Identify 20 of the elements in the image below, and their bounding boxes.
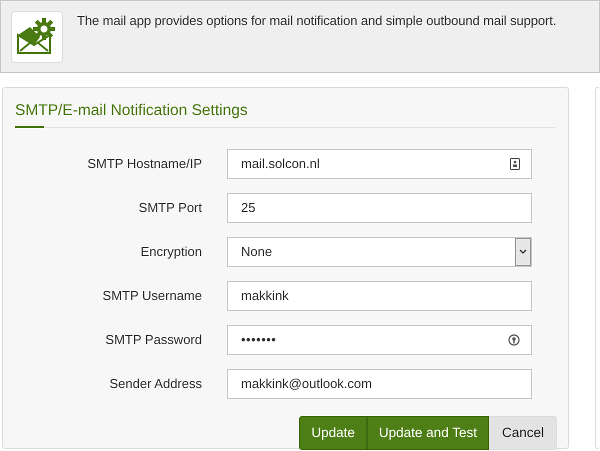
update-button[interactable]: Update xyxy=(299,416,367,450)
update-button[interactable]: Update and Test xyxy=(366,416,489,450)
field-label: SMTP Password xyxy=(104,330,203,349)
input-field[interactable]: 25 xyxy=(227,192,532,223)
app-description: The mail app provides options for mail notification and simple outbound mail support. xyxy=(77,12,556,30)
input-field[interactable]: mail.solcon.nl xyxy=(227,148,532,179)
mail-settings-icon xyxy=(11,11,63,63)
input-field[interactable]: makkink xyxy=(227,280,532,311)
field-label: SMTP Port xyxy=(138,198,203,217)
field-label: Encryption xyxy=(140,242,203,261)
field-label: SMTP Hostname/IP xyxy=(86,154,203,173)
encryption-dropdown[interactable]: None xyxy=(227,236,532,267)
contact-card-icon[interactable] xyxy=(510,158,520,170)
cancel-button[interactable]: Cancel xyxy=(488,416,557,450)
key-icon[interactable] xyxy=(508,334,520,346)
field-label: SMTP Username xyxy=(102,286,203,305)
input-field[interactable]: makkink@outlook.com xyxy=(227,368,532,399)
field-label: Sender Address xyxy=(108,374,203,393)
panel-title: SMTP/E-mail Notification Settings xyxy=(15,102,249,121)
password-field[interactable]: ••••••• xyxy=(227,324,532,355)
